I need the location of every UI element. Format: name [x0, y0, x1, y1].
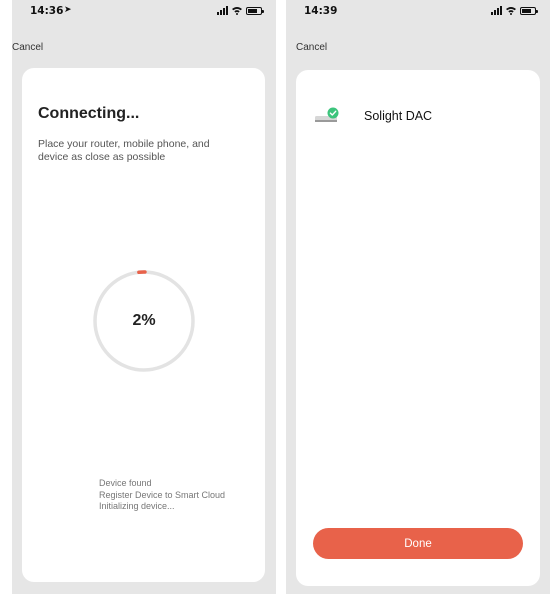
page-title: Connecting... [38, 105, 140, 122]
status-bar: 14:36 ➤ [12, 0, 276, 22]
step-item: Device found [99, 478, 152, 488]
connecting-card: Connecting... Place your router, mobile … [22, 68, 265, 582]
device-added-screen: 14:39 Cancel Solight DAC Done [286, 0, 550, 594]
battery-icon [246, 6, 264, 15]
done-button[interactable]: Done [313, 528, 523, 559]
cancel-button[interactable]: Cancel [296, 42, 327, 53]
device-list-item[interactable]: Solight DAC [314, 106, 432, 126]
device-connected-icon [315, 107, 339, 122]
device-name: Solight DAC [364, 109, 433, 123]
device-added-card: Solight DAC [296, 70, 540, 586]
connection-hint: Place your router, mobile phone, and dev… [38, 138, 210, 163]
connection-steps: Device found Register Device to Smart Cl… [99, 478, 225, 513]
step-item: Initializing device... [99, 501, 175, 511]
battery-icon [520, 6, 538, 15]
progress-percent: 2% [132, 312, 156, 329]
status-time: 14:39 [304, 5, 338, 17]
connecting-screen: 14:36 ➤ Cancel Connecting... Place your … [12, 0, 276, 594]
signal-icon [491, 6, 502, 15]
location-arrow-icon: ➤ [64, 5, 72, 15]
status-time: 14:36 [30, 5, 64, 17]
wifi-icon [232, 7, 242, 15]
step-item: Register Device to Smart Cloud [99, 489, 226, 500]
signal-icon [217, 6, 228, 15]
cancel-button[interactable]: Cancel [12, 42, 43, 53]
wifi-icon [506, 7, 516, 15]
status-bar: 14:39 [286, 0, 550, 22]
